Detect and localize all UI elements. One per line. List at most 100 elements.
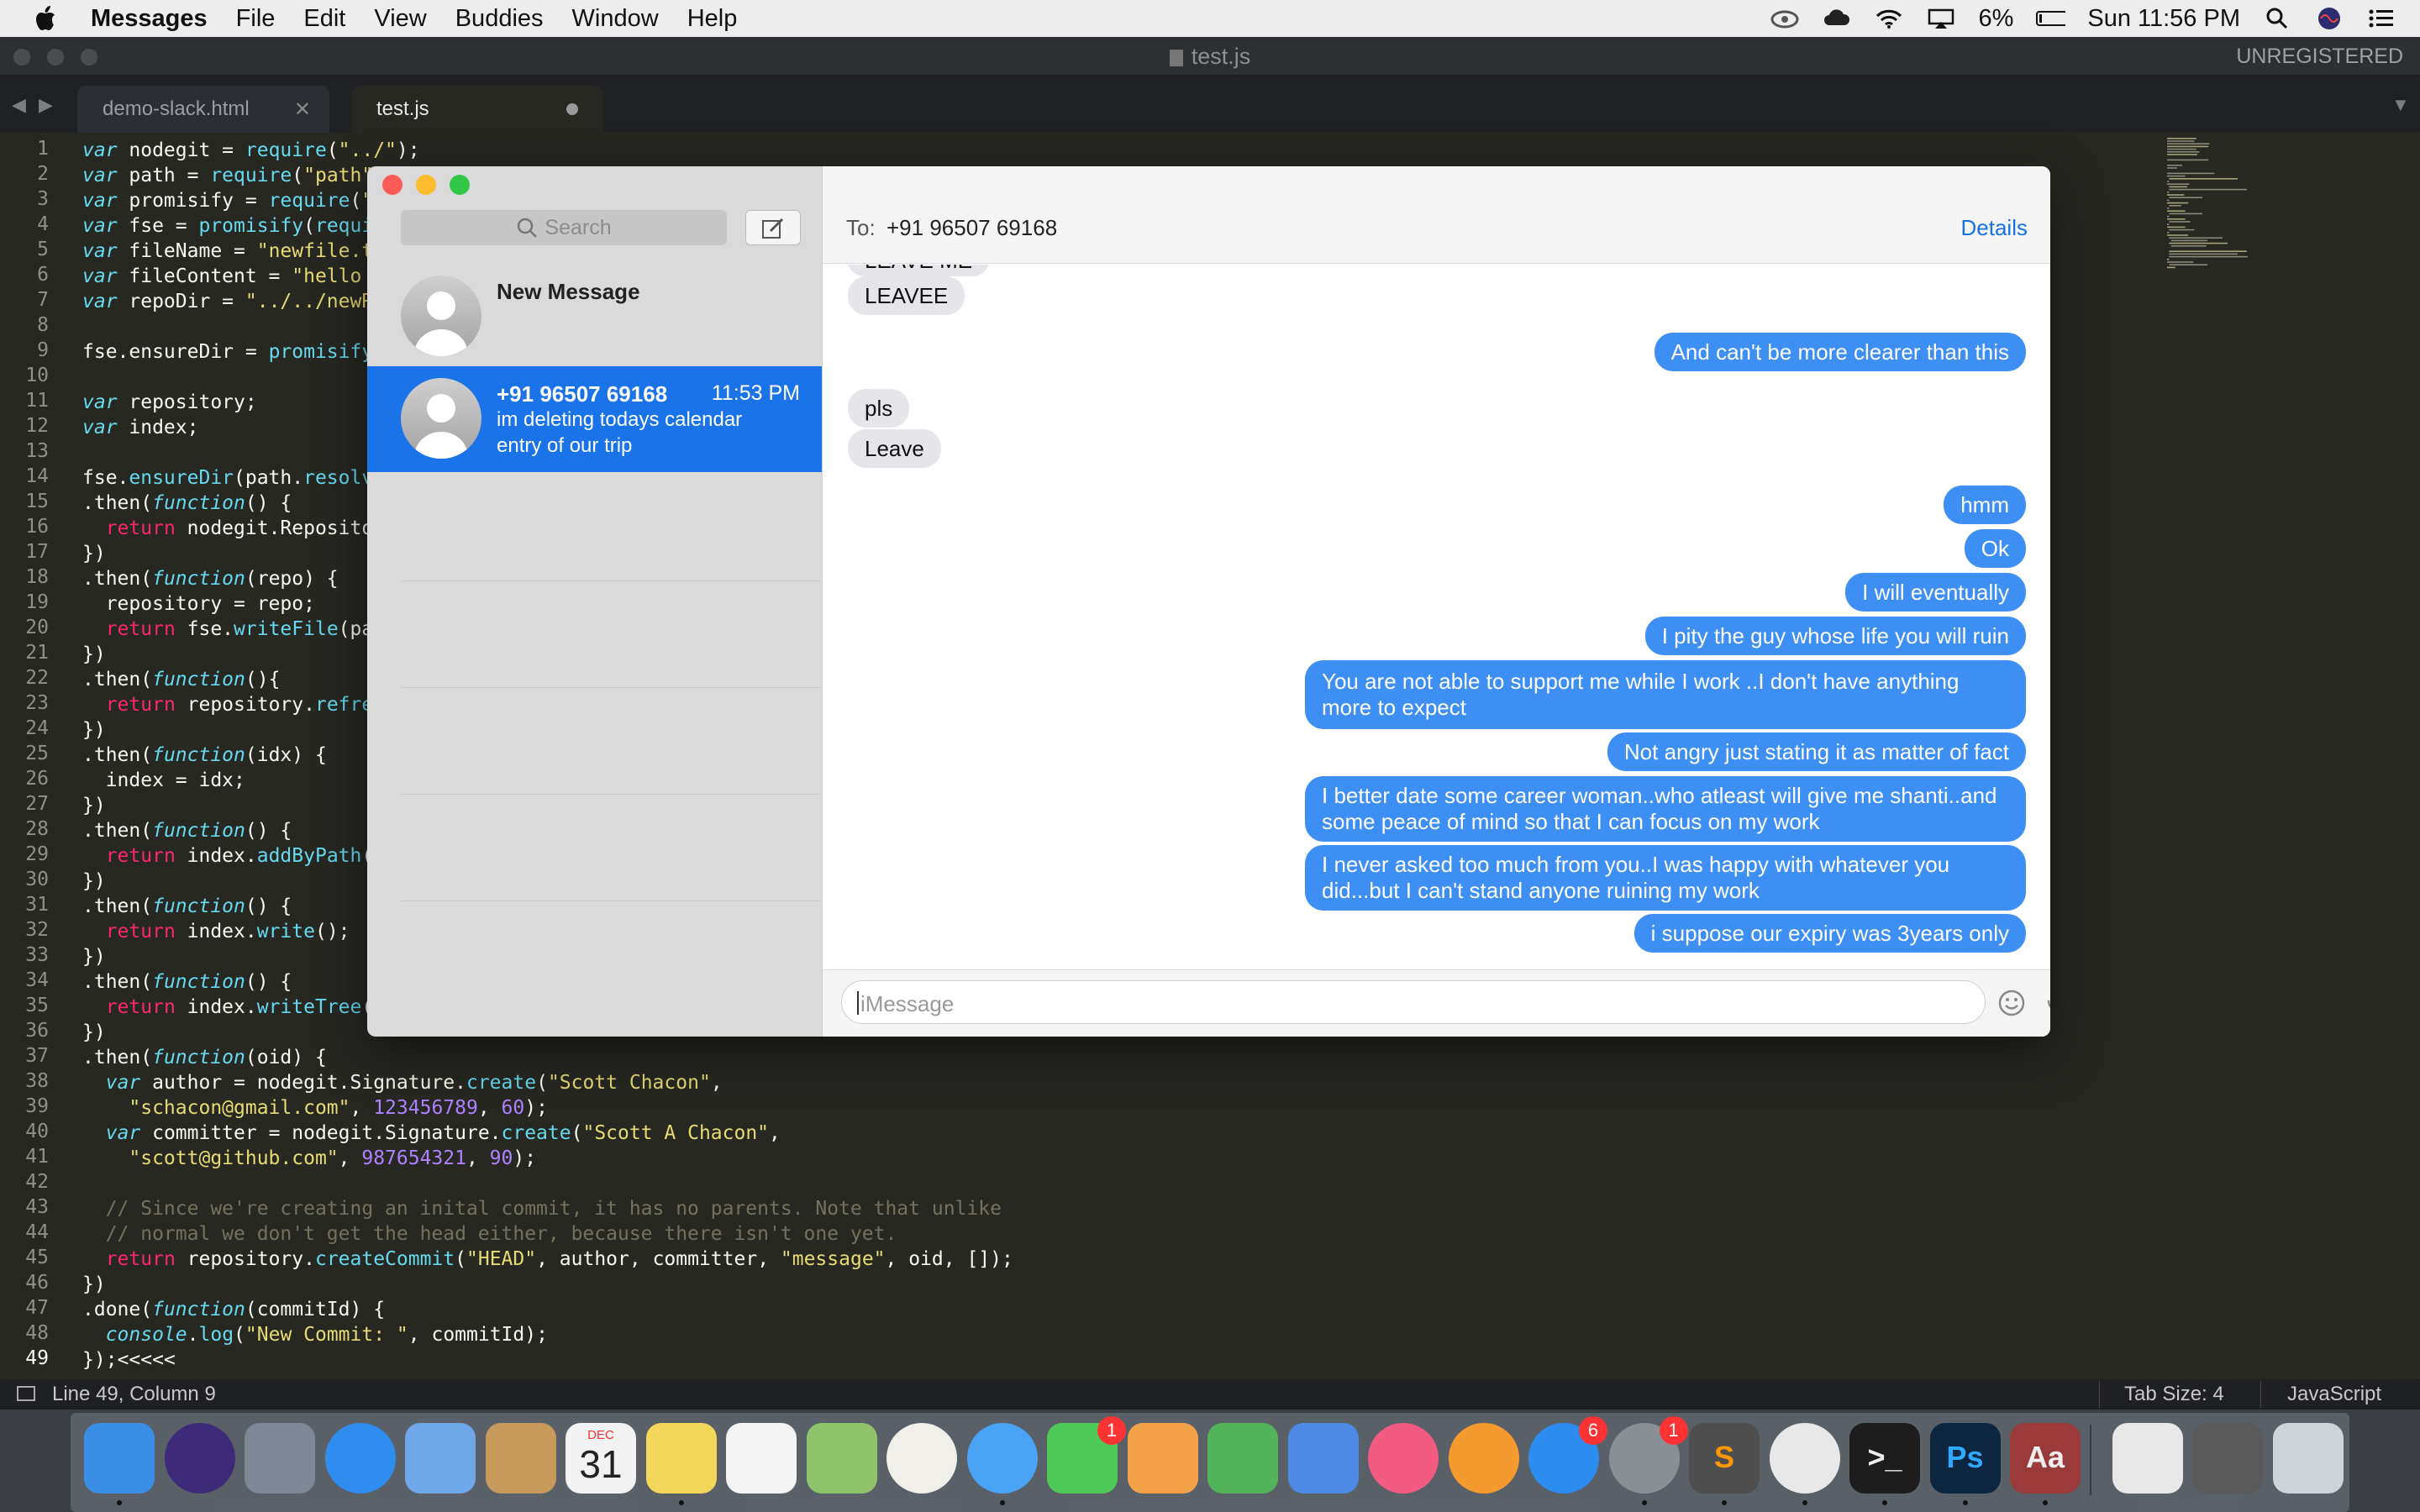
code-line[interactable]: }) — [82, 944, 106, 969]
dock-itunes-icon[interactable] — [1368, 1423, 1439, 1494]
code-line[interactable]: .then(function() { — [82, 818, 292, 843]
airplay-icon[interactable] — [1926, 6, 1956, 31]
dock-terminal-icon[interactable]: >_ — [1849, 1423, 1920, 1494]
code-line[interactable]: .then(function(){ — [82, 667, 280, 692]
dock-chrome-icon[interactable] — [1769, 1423, 1840, 1494]
sent-message[interactable]: I better date some career woman..who atl… — [1305, 776, 2026, 842]
dock-photos-icon[interactable] — [886, 1423, 957, 1494]
received-message[interactable]: pls — [848, 389, 910, 428]
code-line[interactable]: .then(function() { — [82, 894, 292, 919]
received-message[interactable]: Leave — [848, 429, 941, 468]
dock-ibooks-icon[interactable] — [1448, 1423, 1519, 1494]
dock-photoshop-icon[interactable]: Ps — [1929, 1423, 2001, 1494]
tab-close-icon[interactable]: ✕ — [294, 97, 311, 122]
sent-message[interactable]: I never asked too much from you..I was h… — [1305, 845, 2026, 911]
menu-view[interactable]: View — [374, 5, 426, 33]
sent-message[interactable]: i suppose our expiry was 3years only — [1634, 914, 2026, 953]
details-button[interactable]: Details — [1961, 215, 2028, 241]
tab-forward-icon[interactable]: ▶ — [39, 94, 53, 116]
minimap[interactable] — [2164, 138, 2298, 306]
code-line[interactable]: var committer = nodegit.Signature.create… — [82, 1121, 781, 1146]
code-line[interactable]: console.log("New Commit: ", commitId); — [82, 1322, 548, 1347]
code-line[interactable]: "schacon@gmail.com", 123456789, 60); — [82, 1095, 548, 1121]
sent-message[interactable]: hmm — [1944, 486, 2026, 524]
code-line[interactable]: // normal we don't get the head either, … — [82, 1221, 897, 1247]
dock-safari-icon[interactable] — [324, 1423, 396, 1494]
panel-toggle-icon[interactable] — [17, 1386, 35, 1401]
code-line[interactable]: .then(function() { — [82, 491, 292, 516]
dock-pages-icon[interactable] — [1127, 1423, 1198, 1494]
dock-notes-icon[interactable] — [645, 1423, 717, 1494]
microphone-icon[interactable] — [2046, 987, 2050, 1023]
search-field[interactable]: Search — [401, 210, 727, 245]
code-line[interactable]: var nodegit = require("../"); — [82, 138, 420, 163]
menu-app-name[interactable]: Messages — [91, 5, 208, 33]
code-line[interactable]: .then(function() { — [82, 969, 292, 995]
sent-message[interactable]: Ok — [1964, 529, 2026, 568]
code-line[interactable]: }) — [82, 1272, 106, 1297]
code-line[interactable]: });<<<<< — [82, 1347, 176, 1373]
syntax-selector[interactable]: JavaScript — [2287, 1383, 2381, 1406]
dock-finder-icon[interactable] — [84, 1423, 155, 1494]
sent-message[interactable]: I pity the guy whose life you will ruin — [1644, 617, 2026, 655]
code-line[interactable]: }) — [82, 869, 106, 894]
emoji-icon[interactable] — [1997, 989, 2026, 1021]
code-line[interactable]: }) — [82, 541, 106, 566]
sent-message[interactable]: Not angry just stating it as matter of f… — [1607, 732, 2026, 771]
code-line[interactable]: }) — [82, 1020, 106, 1045]
code-line[interactable]: }) — [82, 793, 106, 818]
compose-button[interactable] — [745, 210, 801, 245]
code-line[interactable]: repository = repo; — [82, 591, 315, 617]
dock-launchpad-icon[interactable] — [245, 1423, 315, 1494]
menu-file[interactable]: File — [236, 5, 276, 33]
dock-siri-icon[interactable] — [164, 1423, 235, 1494]
menu-help[interactable]: Help — [687, 5, 738, 33]
dock-numbers-icon[interactable] — [1207, 1423, 1278, 1494]
code-line[interactable]: .then(function(idx) { — [82, 743, 327, 768]
code-line[interactable]: // Since we're creating an inital commit… — [82, 1196, 1002, 1221]
zoom-button[interactable] — [450, 175, 470, 195]
menu-edit[interactable]: Edit — [303, 5, 345, 33]
tab-dirty-icon[interactable] — [566, 103, 578, 115]
dock-dictionary-icon[interactable]: Aa — [2010, 1423, 2081, 1494]
dock-downloads-icon[interactable] — [2192, 1423, 2263, 1494]
tab-size-selector[interactable]: Tab Size: 4 — [2124, 1383, 2224, 1406]
dock-messages-icon[interactable] — [966, 1423, 1038, 1494]
notification-center-icon[interactable] — [2366, 6, 2396, 31]
dock-mail-icon[interactable] — [405, 1423, 476, 1494]
sent-message[interactable]: And can't be more clearer than this — [1654, 333, 2026, 371]
code-line[interactable]: return index.writeTree(); — [82, 995, 397, 1020]
code-line[interactable]: }) — [82, 717, 106, 743]
conversation-selected[interactable]: +91 96507 69168 11:53 PM im deleting tod… — [367, 366, 822, 472]
tab-dropdown-icon[interactable]: ▼ — [2391, 94, 2410, 116]
recipient[interactable]: +91 96507 69168 — [886, 215, 1057, 241]
code-line[interactable]: }) — [82, 642, 106, 667]
cloud-icon[interactable] — [1822, 6, 1852, 31]
dock-contacts-icon[interactable] — [485, 1423, 556, 1494]
code-line[interactable]: var repository; — [82, 390, 257, 415]
dock-keynote-icon[interactable] — [1287, 1423, 1359, 1494]
code-line[interactable]: .then(function(repo) { — [82, 566, 339, 591]
minimize-button[interactable] — [416, 175, 436, 195]
code-line[interactable]: .done(function(commitId) { — [82, 1297, 385, 1322]
wifi-icon[interactable] — [1874, 6, 1904, 31]
code-line[interactable]: return index.write(); — [82, 919, 350, 944]
message-thread[interactable]: LEAVE MELEAVEE And can't be more clearer … — [823, 265, 2050, 969]
dock-calendar-icon[interactable]: DEC 31 — [566, 1423, 636, 1494]
code-line[interactable]: .then(function(oid) { — [82, 1045, 327, 1070]
sent-message[interactable]: I will eventually — [1845, 573, 2026, 612]
dock-archive-icon[interactable] — [2112, 1423, 2183, 1494]
tab-back-icon[interactable]: ◀ — [12, 94, 26, 116]
menu-window[interactable]: Window — [572, 5, 659, 33]
code-line[interactable]: var path = require("path"); — [82, 163, 397, 188]
dock-maps-icon[interactable] — [806, 1423, 877, 1494]
dock-sublime-text-icon[interactable]: S — [1689, 1423, 1760, 1494]
spotlight-icon[interactable] — [2262, 6, 2292, 31]
conversation-new-message[interactable]: New Message — [367, 264, 822, 370]
code-line[interactable]: index = idx; — [82, 768, 245, 793]
clock[interactable]: Sun 11:56 PM — [2087, 5, 2240, 33]
received-message[interactable]: LEAVE ME — [848, 265, 990, 276]
received-message[interactable]: LEAVEE — [848, 276, 965, 315]
tab-test-js[interactable]: test.js — [351, 86, 603, 133]
menu-buddies[interactable]: Buddies — [455, 5, 544, 33]
